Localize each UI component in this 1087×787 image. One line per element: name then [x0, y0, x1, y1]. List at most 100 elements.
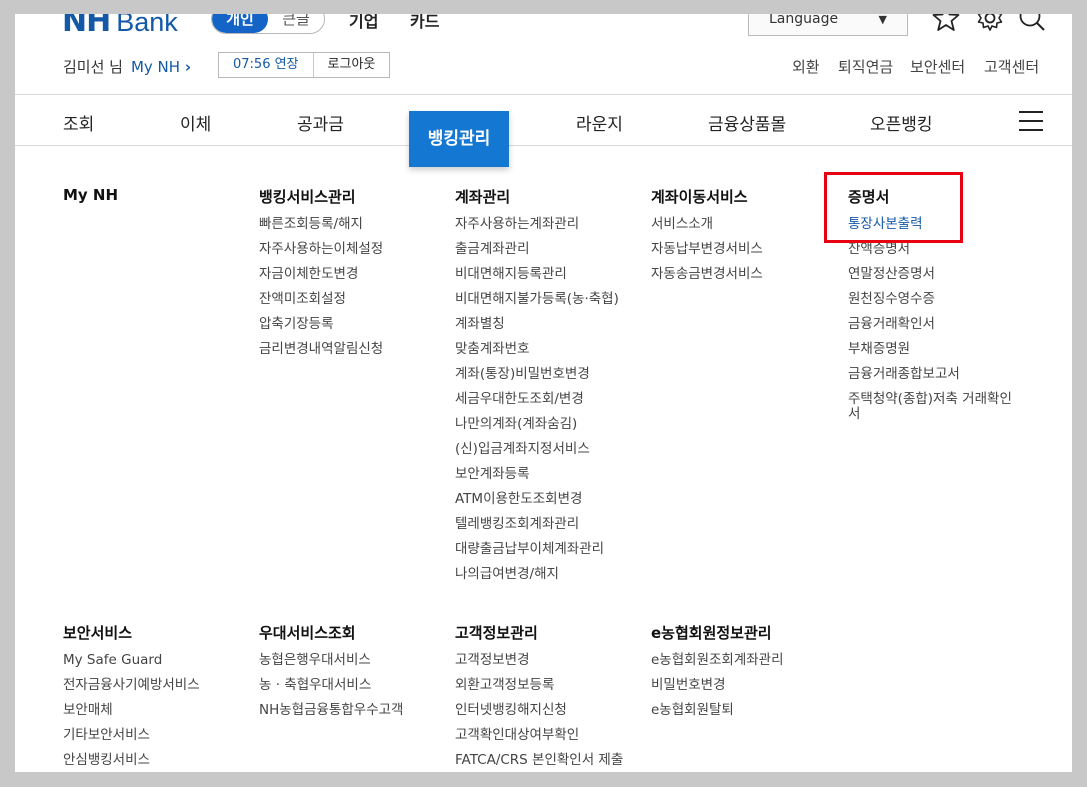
- menu-item[interactable]: e농협회원탈퇴: [651, 703, 784, 728]
- menu-col-customer-info: 고객정보관리 고객정보변경 외환고객정보등록 인터넷뱅킹해지신청 고객확인대상여…: [455, 622, 623, 772]
- menu-item[interactable]: 계좌(통장)비밀번호변경: [455, 367, 619, 392]
- menu-item[interactable]: 자동송금변경서비스: [651, 267, 763, 292]
- menu-item[interactable]: ATM이용한도조회변경: [455, 492, 619, 517]
- menu-item[interactable]: 금융거래확인서: [848, 317, 1023, 342]
- menu-item[interactable]: 세금우대한도조회/변경: [455, 392, 619, 417]
- menu-item[interactable]: 외환고객정보등록: [455, 678, 623, 703]
- gnb-top-divider: [15, 94, 1072, 95]
- caret-down-icon: ▼: [878, 14, 887, 26]
- menu-col-my-nh: My NH: [63, 186, 118, 217]
- menu-item[interactable]: 자동납부변경서비스: [651, 242, 763, 267]
- menu-item[interactable]: My Safe Guard: [63, 653, 200, 678]
- my-nh-label: My NH: [130, 57, 181, 76]
- gnb-utility-bills[interactable]: 공과금: [297, 110, 344, 135]
- menu-item[interactable]: 서비스소개: [651, 217, 763, 242]
- menu-item[interactable]: 잔액증명서: [848, 242, 1023, 267]
- menu-item[interactable]: 출금계좌관리: [455, 242, 619, 267]
- highlight-box: [824, 172, 963, 243]
- gnb-open-banking[interactable]: 오픈뱅킹: [870, 110, 933, 135]
- gnb-financial-mall[interactable]: 금융상품몰: [708, 110, 786, 135]
- chevron-right-icon: ›: [184, 57, 192, 76]
- page: NH Bank 개인 큰글 기업 카드 Language ▼ 김미선 님 My …: [15, 14, 1072, 772]
- language-select-label: Language: [769, 14, 839, 27]
- menu-item[interactable]: 비대면해지등록관리: [455, 267, 619, 292]
- user-greeting: 김미선 님: [63, 58, 123, 76]
- menu-col-account: 계좌관리 자주사용하는계좌관리 출금계좌관리 비대면해지등록관리 비대면해지불가…: [455, 186, 619, 592]
- logo-nh-text: NH: [62, 14, 111, 39]
- menu-item[interactable]: 안심뱅킹서비스: [63, 753, 200, 772]
- menu-item[interactable]: 압축기장등록: [259, 317, 383, 342]
- menu-item[interactable]: 빠른조회등록/해지: [259, 217, 383, 242]
- menu-item[interactable]: 원천징수영수증: [848, 292, 1023, 317]
- menu-item[interactable]: 연말정산증명서: [848, 267, 1023, 292]
- menu-item[interactable]: 농협은행우대서비스: [259, 653, 403, 678]
- menu-item[interactable]: 기타보안서비스: [63, 728, 200, 753]
- util-link-pension[interactable]: 퇴직연금: [838, 56, 893, 77]
- user-info: 김미선 님 My NH ›: [63, 56, 191, 77]
- menu-item[interactable]: 주택청약(종합)저축 거래확인서: [848, 392, 1023, 432]
- menu-item[interactable]: 금융거래종합보고서: [848, 367, 1023, 392]
- menu-item[interactable]: 자주사용하는이체설정: [259, 242, 383, 267]
- menu-item[interactable]: e농협회원조회계좌관리: [651, 653, 784, 678]
- menu-item[interactable]: 부채증명원: [848, 342, 1023, 367]
- gnb-lounge[interactable]: 라운지: [576, 110, 623, 135]
- menu-item[interactable]: NH농협금융통합우수고객: [259, 703, 403, 728]
- logo-bank-text: Bank: [116, 14, 178, 37]
- menu-item[interactable]: 인터넷뱅킹해지신청: [455, 703, 623, 728]
- menu-col-preferential: 우대서비스조회 농협은행우대서비스 농 · 축협우대서비스 NH농협금융통합우수…: [259, 622, 403, 728]
- large-font-tab[interactable]: 큰글: [268, 14, 324, 33]
- menu-col-e-member: e농협회원정보관리 e농협회원조회계좌관리 비밀번호변경 e농협회원탈퇴: [651, 622, 784, 728]
- card-link[interactable]: 카드: [410, 14, 439, 32]
- menu-item[interactable]: 금리변경내역알림신청: [259, 342, 383, 367]
- menu-item[interactable]: 텔레뱅킹조회계좌관리: [455, 517, 619, 542]
- menu-heading[interactable]: 뱅킹서비스관리: [259, 186, 383, 206]
- menu-item[interactable]: 나의급여변경/해지: [455, 567, 619, 592]
- util-link-forex[interactable]: 외환: [792, 56, 820, 77]
- menu-heading[interactable]: 계좌관리: [455, 186, 619, 206]
- menu-heading[interactable]: 계좌이동서비스: [651, 186, 763, 206]
- menu-item[interactable]: 고객정보변경: [455, 653, 623, 678]
- my-nh-link[interactable]: My NH ›: [131, 58, 191, 76]
- gnb-banking-management[interactable]: 뱅킹관리: [409, 111, 509, 167]
- menu-heading[interactable]: e농협회원정보관리: [651, 622, 784, 642]
- menu-item[interactable]: 고객확인대상여부확인: [455, 728, 623, 753]
- menu-item[interactable]: 나만의계좌(계좌숨김): [455, 417, 619, 442]
- gnb-bottom-divider: [15, 145, 1072, 146]
- menu-item[interactable]: 전자금융사기예방서비스: [63, 678, 200, 703]
- menu-item[interactable]: 잔액미조회설정: [259, 292, 383, 317]
- star-icon[interactable]: [932, 14, 960, 32]
- search-icon[interactable]: [1018, 14, 1046, 32]
- menu-item[interactable]: (신)입금계좌지정서비스: [455, 442, 619, 467]
- nh-bank-logo[interactable]: NH Bank: [62, 14, 178, 39]
- menu-heading[interactable]: 고객정보관리: [455, 622, 623, 642]
- language-select[interactable]: Language ▼: [748, 14, 908, 36]
- menu-item[interactable]: 비밀번호변경: [651, 678, 784, 703]
- util-link-security-center[interactable]: 보안센터: [910, 56, 965, 77]
- menu-item[interactable]: 보안매체: [63, 703, 200, 728]
- logout-button[interactable]: 로그아웃: [314, 53, 390, 77]
- menu-col-account-move: 계좌이동서비스 서비스소개 자동납부변경서비스 자동송금변경서비스: [651, 186, 763, 292]
- gear-icon[interactable]: [976, 14, 1004, 32]
- menu-heading[interactable]: 보안서비스: [63, 622, 200, 642]
- menu-item[interactable]: 보안계좌등록: [455, 467, 619, 492]
- personal-large-font-toggle: 개인 큰글: [211, 14, 325, 34]
- menu-heading[interactable]: My NH: [63, 186, 118, 205]
- corporate-link[interactable]: 기업: [349, 14, 378, 32]
- menu-col-security: 보안서비스 My Safe Guard 전자금융사기예방서비스 보안매체 기타보…: [63, 622, 200, 772]
- gnb-transfer[interactable]: 이체: [180, 110, 211, 135]
- session-extend-button[interactable]: 07:56 연장: [219, 53, 314, 77]
- gnb-inquiry[interactable]: 조회: [63, 110, 94, 135]
- menu-item[interactable]: 자금이체한도변경: [259, 267, 383, 292]
- menu-item[interactable]: 계좌별칭: [455, 317, 619, 342]
- hamburger-menu-icon[interactable]: [1019, 111, 1043, 131]
- menu-item[interactable]: 농 · 축협우대서비스: [259, 678, 403, 703]
- menu-col-banking-service: 뱅킹서비스관리 빠른조회등록/해지 자주사용하는이체설정 자금이체한도변경 잔액…: [259, 186, 383, 367]
- menu-item[interactable]: 맞춤계좌번호: [455, 342, 619, 367]
- personal-tab[interactable]: 개인: [212, 14, 268, 33]
- menu-item[interactable]: 자주사용하는계좌관리: [455, 217, 619, 242]
- menu-item[interactable]: FATCA/CRS 본인확인서 제출: [455, 753, 623, 772]
- util-link-customer-center[interactable]: 고객센터: [984, 56, 1039, 77]
- menu-heading[interactable]: 우대서비스조회: [259, 622, 403, 642]
- menu-item[interactable]: 대량출금납부이체계좌관리: [455, 542, 619, 567]
- menu-item[interactable]: 비대면해지불가등록(농·축협): [455, 292, 619, 317]
